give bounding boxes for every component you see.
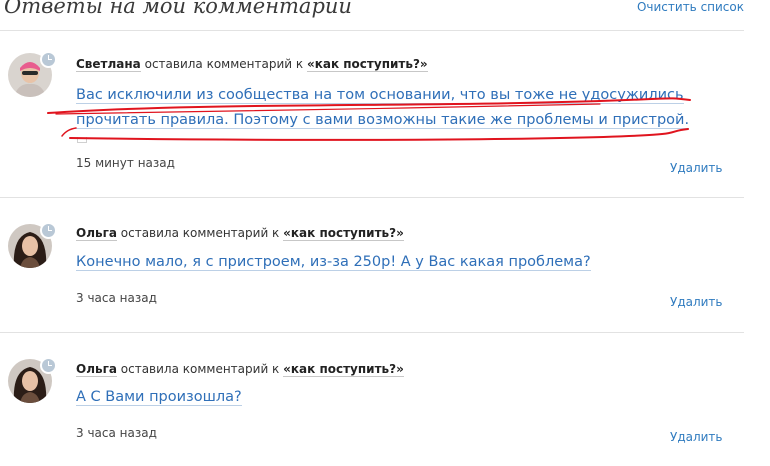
delete-button[interactable]: Удалить — [670, 295, 723, 309]
clock-icon — [40, 357, 57, 374]
clear-list-link[interactable]: Очистить список — [637, 0, 744, 14]
comment-text[interactable]: А С Вами произошла? — [76, 385, 242, 410]
post-link[interactable]: «как поступить?» — [283, 362, 404, 377]
comment-line: А С Вами произошла? — [76, 389, 242, 406]
clock-icon — [40, 51, 57, 68]
comment-item: Светлана оставила комментарий к «как пос… — [0, 31, 744, 197]
author-link[interactable]: Ольга — [76, 226, 117, 241]
timestamp: 3 часа назад — [76, 291, 157, 305]
comment-meta: Светлана оставила комментарий к «как пос… — [76, 57, 428, 72]
comment-item: Ольга оставила комментарий к «как поступ… — [0, 198, 744, 332]
timestamp: 15 минут назад — [76, 156, 175, 170]
comment-meta: Ольга оставила комментарий к «как поступ… — [76, 226, 404, 241]
comment-line: Вас исключили из сообщества на том основ… — [76, 87, 684, 104]
author-link[interactable]: Светлана — [76, 57, 141, 72]
clock-icon — [40, 222, 57, 239]
comment-item: Ольга оставила комментарий к «как поступ… — [0, 333, 744, 466]
delete-button[interactable]: Удалить — [670, 161, 723, 175]
comment-text[interactable]: Вас исключили из сообщества на том основ… — [76, 83, 690, 133]
action-text: оставила комментарий к — [140, 57, 307, 71]
comment-line: Конечно мало, я с пристроем, из-за 250р!… — [76, 254, 591, 271]
page-title: Ответы на мои комментарии — [4, 0, 352, 18]
expand-icon[interactable] — [77, 137, 87, 143]
post-link[interactable]: «как поступить?» — [306, 57, 428, 72]
author-link[interactable]: Ольга — [76, 362, 117, 377]
comment-line: прочитать правила. Поэтому с вами возмож… — [76, 112, 690, 129]
comment-meta: Ольга оставила комментарий к «как поступ… — [76, 362, 404, 377]
timestamp: 3 часа назад — [76, 426, 157, 440]
page-header: Ответы на мои комментарии Очистить списо… — [0, 0, 770, 30]
post-link[interactable]: «как поступить?» — [283, 226, 404, 241]
action-text: оставила комментарий к — [116, 362, 284, 376]
delete-button[interactable]: Удалить — [670, 430, 723, 444]
action-text: оставила комментарий к — [116, 226, 284, 240]
comment-text[interactable]: Конечно мало, я с пристроем, из-за 250р!… — [76, 250, 591, 275]
